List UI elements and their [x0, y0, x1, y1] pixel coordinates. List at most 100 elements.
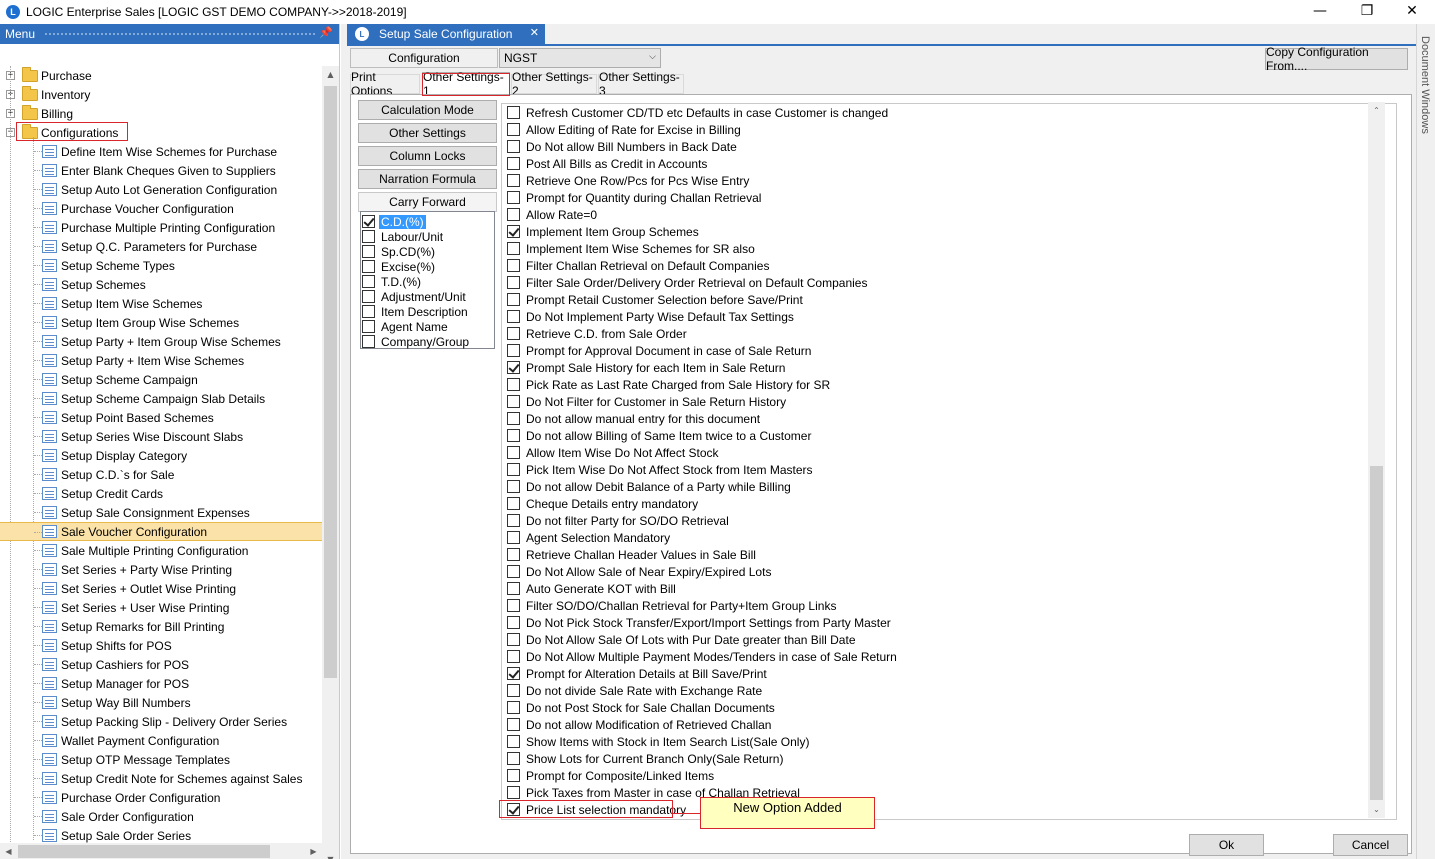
tab-print-options[interactable]: Print Options [350, 70, 420, 98]
option-row[interactable]: Do not allow Modification of Retrieved C… [507, 716, 771, 733]
menu-horizontal-scrollbar[interactable]: ◀ ▶ [0, 843, 322, 859]
option-row[interactable]: Allow Editing of Rate for Excise in Bill… [507, 121, 741, 138]
option-checkbox[interactable] [507, 548, 520, 561]
checkbox[interactable] [362, 245, 375, 258]
option-row[interactable]: Filter Sale Order/Delivery Order Retriev… [507, 274, 867, 291]
scroll-left-arrow-icon[interactable]: ◀ [0, 843, 17, 859]
pin-icon[interactable]: 📌 [319, 26, 333, 39]
option-row[interactable]: Retrieve C.D. from Sale Order [507, 325, 687, 342]
menu-scroll-thumb[interactable] [324, 86, 337, 678]
option-row[interactable]: Prompt for Composite/Linked Items [507, 767, 714, 784]
carry-forward-item[interactable]: Adjustment/Unit [362, 289, 493, 304]
minimize-button[interactable]: — [1297, 0, 1343, 22]
option-row[interactable]: Retrieve Challan Header Values in Sale B… [507, 546, 756, 563]
menu-child-item[interactable]: Setup Shifts for POS [0, 636, 322, 655]
checkbox[interactable] [362, 335, 375, 348]
menu-child-item[interactable]: Setup OTP Message Templates [0, 750, 322, 769]
option-checkbox[interactable] [507, 361, 520, 374]
tab-other-settings-2[interactable]: Other Settings-2 [511, 70, 597, 98]
menu-child-item[interactable]: Enter Blank Cheques Given to Suppliers [0, 161, 322, 180]
menu-child-item[interactable]: Setup Q.C. Parameters for Purchase [0, 237, 322, 256]
option-checkbox[interactable] [507, 667, 520, 680]
option-row[interactable]: Do not Post Stock for Sale Challan Docum… [507, 699, 775, 716]
checkbox[interactable] [362, 260, 375, 273]
document-windows-sidebar[interactable]: Document Windows [1416, 24, 1435, 859]
option-checkbox[interactable] [507, 378, 520, 391]
option-row[interactable]: Retrieve One Row/Pcs for Pcs Wise Entry [507, 172, 749, 189]
option-row[interactable]: Cheque Details entry mandatory [507, 495, 698, 512]
menu-child-item[interactable]: Setup Remarks for Bill Printing [0, 617, 322, 636]
checkbox[interactable] [362, 320, 375, 333]
menu-child-item[interactable]: Setup Auto Lot Generation Configuration [0, 180, 322, 199]
checkbox[interactable] [362, 305, 375, 318]
close-window-button[interactable]: ✕ [1389, 0, 1435, 22]
menu-child-item[interactable]: Setup Credit Cards [0, 484, 322, 503]
scroll-up-arrow-icon[interactable]: ⌃ [1368, 102, 1385, 119]
option-checkbox[interactable] [507, 497, 520, 510]
option-checkbox[interactable] [507, 429, 520, 442]
menu-child-item[interactable]: Setup Item Group Wise Schemes [0, 313, 322, 332]
menu-child-item[interactable]: Sale Order Configuration [0, 807, 322, 826]
option-checkbox[interactable] [507, 174, 520, 187]
option-checkbox[interactable] [507, 191, 520, 204]
menu-child-item[interactable]: Setup C.D.`s for Sale [0, 465, 322, 484]
menu-child-item[interactable]: Purchase Order Configuration [0, 788, 322, 807]
option-checkbox[interactable] [507, 140, 520, 153]
carry-forward-item[interactable]: C.D.(%) [362, 214, 493, 229]
checkbox[interactable] [362, 215, 375, 228]
checkbox[interactable] [362, 230, 375, 243]
option-checkbox[interactable] [507, 276, 520, 289]
option-row[interactable]: Show Items with Stock in Item Search Lis… [507, 733, 809, 750]
option-checkbox[interactable] [507, 633, 520, 646]
option-row[interactable]: Filter SO/DO/Challan Retrieval for Party… [507, 597, 836, 614]
option-row[interactable]: Prompt Sale History for each Item in Sal… [507, 359, 785, 376]
option-row[interactable]: Do Not Pick Stock Transfer/Export/Import… [507, 614, 891, 631]
option-checkbox[interactable] [507, 123, 520, 136]
option-checkbox[interactable] [507, 327, 520, 340]
option-row[interactable]: Do Not Allow Sale of Near Expiry/Expired… [507, 563, 771, 580]
option-checkbox[interactable] [507, 412, 520, 425]
option-checkbox[interactable] [507, 106, 520, 119]
option-row[interactable]: Pick Rate as Last Rate Charged from Sale… [507, 376, 830, 393]
option-row[interactable]: Do Not Implement Party Wise Default Tax … [507, 308, 794, 325]
option-row[interactable]: Do not allow Debit Balance of a Party wh… [507, 478, 791, 495]
menu-child-item[interactable]: Set Series + User Wise Printing [0, 598, 322, 617]
narration-formula-button[interactable]: Narration Formula [358, 169, 497, 189]
menu-child-item[interactable]: Sale Voucher Configuration [0, 522, 322, 541]
menu-child-item[interactable]: Setup Packing Slip - Delivery Order Seri… [0, 712, 322, 731]
option-checkbox[interactable] [507, 718, 520, 731]
carry-forward-item[interactable]: Company/Group [362, 334, 493, 349]
option-checkbox[interactable] [507, 565, 520, 578]
carry-forward-item[interactable]: Agent Name [362, 319, 493, 334]
menu-child-item[interactable]: Sale Multiple Printing Configuration [0, 541, 322, 560]
menu-child-item[interactable]: Setup Item Wise Schemes [0, 294, 322, 313]
option-checkbox[interactable] [507, 395, 520, 408]
option-checkbox[interactable] [507, 310, 520, 323]
option-checkbox[interactable] [507, 208, 520, 221]
option-checkbox[interactable] [507, 514, 520, 527]
option-checkbox[interactable] [507, 293, 520, 306]
menu-item-billing[interactable]: + Billing [0, 104, 322, 123]
menu-child-item[interactable]: Setup Sale Consignment Expenses [0, 503, 322, 522]
menu-child-item[interactable]: Setup Party + Item Group Wise Schemes [0, 332, 322, 351]
option-row[interactable]: Do not allow manual entry for this docum… [507, 410, 760, 427]
option-checkbox[interactable] [507, 582, 520, 595]
carry-forward-item[interactable]: Item Description [362, 304, 493, 319]
option-row[interactable]: Do Not allow Bill Numbers in Back Date [507, 138, 737, 155]
option-row[interactable]: Agent Selection Mandatory [507, 529, 670, 546]
option-row[interactable]: Do not divide Sale Rate with Exchange Ra… [507, 682, 762, 699]
menu-hscroll-thumb[interactable] [18, 845, 270, 858]
checkbox[interactable] [362, 290, 375, 303]
menu-child-item[interactable]: Purchase Voucher Configuration [0, 199, 322, 218]
option-checkbox[interactable] [507, 157, 520, 170]
menu-child-item[interactable]: Define Item Wise Schemes for Purchase [0, 142, 322, 161]
carry-forward-item[interactable]: Excise(%) [362, 259, 493, 274]
carry-forward-button[interactable]: Carry Forward [358, 192, 497, 212]
option-checkbox[interactable] [507, 616, 520, 629]
scroll-right-arrow-icon[interactable]: ▶ [305, 843, 322, 859]
option-row[interactable]: Refresh Customer CD/TD etc Defaults in c… [507, 104, 888, 121]
menu-item-purchase[interactable]: + Purchase [0, 66, 322, 85]
carry-forward-item[interactable]: T.D.(%) [362, 274, 493, 289]
option-row[interactable]: Do Not Filter for Customer in Sale Retur… [507, 393, 786, 410]
menu-child-item[interactable]: Setup Scheme Campaign Slab Details [0, 389, 322, 408]
